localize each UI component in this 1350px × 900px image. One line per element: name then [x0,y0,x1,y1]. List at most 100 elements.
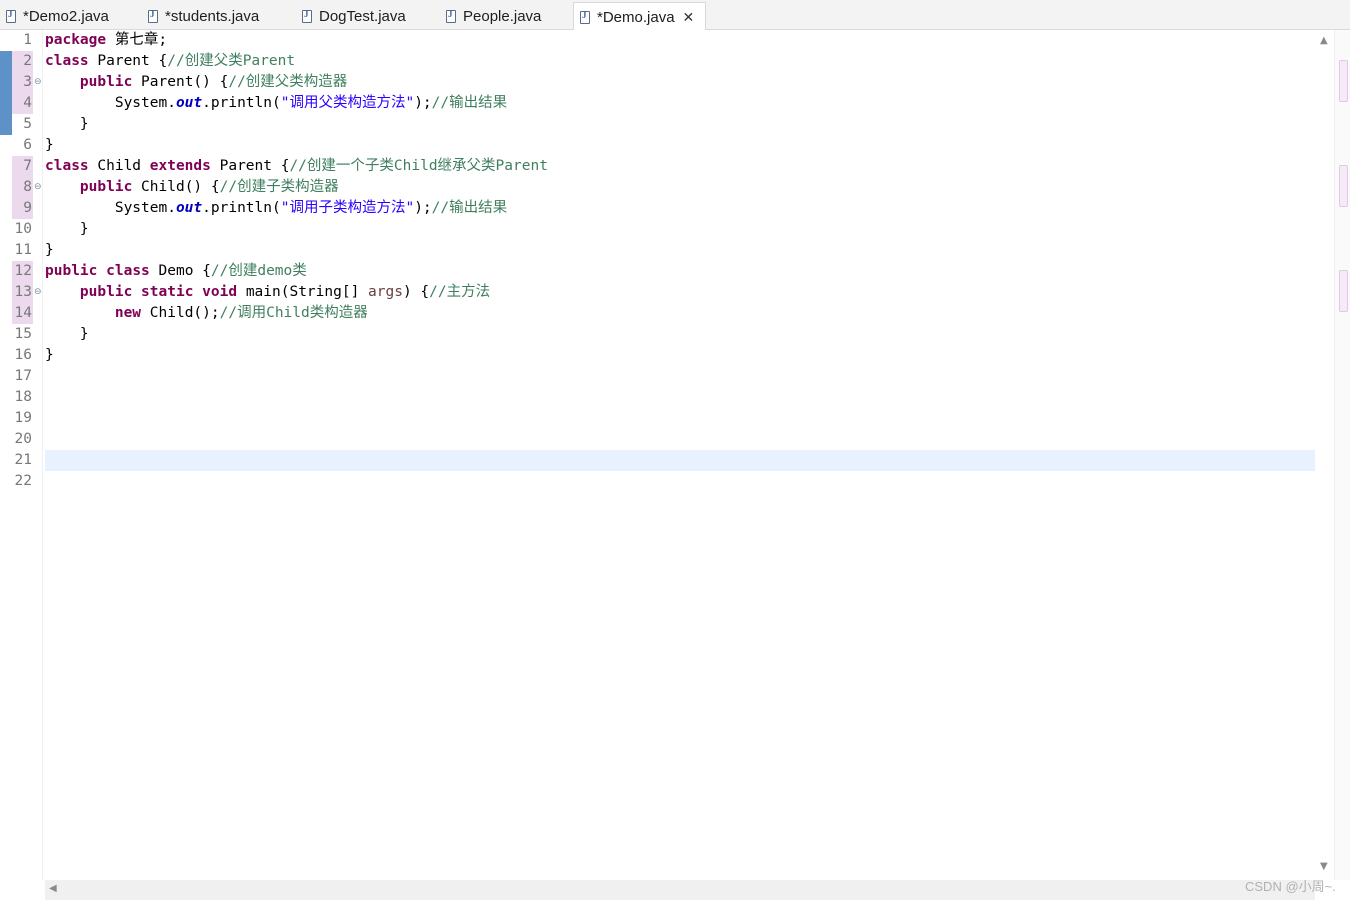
string-literal: "调用子类构造方法" [280,200,415,216]
code-line: class Child extends Parent {//创建一个子类Chil… [45,156,548,177]
overview-ruler[interactable] [1334,30,1350,880]
line-number: 15 [14,326,32,342]
keyword: public [79,74,133,90]
line-number: 4 [23,95,32,111]
tab-students[interactable]: *students.java [142,2,294,30]
code-text: Parent() { [132,74,229,90]
line-number: 18 [14,389,32,405]
code-text: main(String[] [237,284,369,300]
java-file-icon [302,9,312,23]
scroll-left-icon[interactable]: ◀ [49,884,57,894]
tab-label: *Demo2.java [23,7,109,25]
parameter: args [368,284,403,300]
code-text: Child() { [132,179,220,195]
comment: //创建子类构造器 [219,179,339,195]
code-line: public static void main(String[] args) {… [45,282,490,303]
comment: //创建父类Parent [167,53,296,69]
line-number: 16 [14,347,32,363]
code-editor[interactable]: 1 2 3 4 5 6 7 8 9 10 11 12 13 14 15 16 1… [0,30,1350,900]
code-line: } [45,137,54,153]
line-number-gutter: 1 2 3 4 5 6 7 8 9 10 11 12 13 14 15 16 1… [12,30,43,880]
code-line: public Child() {//创建子类构造器 [45,177,339,198]
code-text: Child(); [141,305,220,321]
line-number: 11 [14,242,32,258]
close-icon[interactable]: ✕ [683,10,695,24]
line-number: 8 [23,179,32,195]
code-line: public Parent() {//创建父类构造器 [45,72,347,93]
comment: //输出结果 [431,200,508,216]
comment: //输出结果 [431,95,508,111]
keyword: public [45,263,98,279]
comment: //创建一个子类Child继承父类Parent [289,158,548,174]
comment: //创建demo类 [210,263,307,279]
code-line: public class Demo {//创建demo类 [45,261,307,282]
line-number: 10 [14,221,32,237]
keyword: extends [149,158,211,174]
code-text: System. [114,200,176,216]
fold-collapse-icon[interactable]: ⊖ [34,177,43,198]
watermark: CSDN @小周~. [1245,879,1336,894]
code-text: Parent { [88,53,168,69]
line-number: 7 [23,158,32,174]
tab-dogtest[interactable]: DogTest.java [296,2,438,30]
code-line: } [45,221,89,237]
tab-label: *Demo.java [597,8,675,26]
line-number: 12 [14,263,32,279]
line-number: 1 [23,32,32,48]
line-number: 19 [14,410,32,426]
java-file-icon [148,9,158,23]
line-number: 2 [23,53,32,69]
tab-label: People.java [463,7,542,25]
comment: //调用Child类构造器 [219,305,368,321]
line-number: 20 [14,431,32,447]
line-number: 21 [14,452,32,468]
code-text: Parent { [210,158,290,174]
overview-marker[interactable] [1339,270,1348,312]
horizontal-scrollbar[interactable]: ◀ [45,880,1315,900]
vertical-scrollbar[interactable]: ▲ ▼ [1316,30,1334,880]
editor-tab-bar: *Demo2.java *students.java DogTest.java … [0,0,1350,31]
tab-people[interactable]: People.java [440,2,572,30]
tab-demo[interactable]: *Demo.java ✕ [573,2,706,31]
code-line: } [45,242,54,258]
scroll-down-icon[interactable]: ▼ [1320,862,1328,872]
string-literal: "调用父类构造方法" [280,95,415,111]
code-line: } [45,116,89,132]
code-text: Child [88,158,150,174]
code-line: System.out.println("调用子类构造方法");//输出结果 [45,198,507,219]
overview-marker[interactable] [1339,60,1348,102]
line-number: 17 [14,368,32,384]
scroll-up-icon[interactable]: ▲ [1320,36,1328,46]
code-line: System.out.println("调用父类构造方法");//输出结果 [45,93,507,114]
code-text: .println( [202,200,281,216]
comment: //创建父类构造器 [228,74,348,90]
java-file-icon [6,9,16,23]
code-text: ); [414,200,432,216]
line-number: 14 [14,305,32,321]
code-text: System. [114,95,176,111]
keyword: public [79,284,133,300]
line-number: 6 [23,137,32,153]
tab-label: *students.java [165,7,260,25]
overview-marker[interactable] [1339,165,1348,207]
code-text-area[interactable]: package 第七章; class Parent {//创建父类Parent … [45,30,1315,880]
fold-collapse-icon[interactable]: ⊖ [34,282,43,303]
comment: //主方法 [429,284,491,300]
code-text: .println( [202,95,281,111]
line-number: 5 [23,116,32,132]
java-file-icon [580,10,590,24]
fold-collapse-icon[interactable]: ⊖ [34,72,43,93]
code-line: class Parent {//创建父类Parent [45,51,295,72]
change-marker [0,51,12,135]
line-number: 3 [23,74,32,90]
tab-demo2[interactable]: *Demo2.java [0,2,140,30]
code-line: } [45,326,89,342]
code-line: } [45,347,54,363]
keyword: static [141,284,194,300]
code-text: Demo { [149,263,211,279]
